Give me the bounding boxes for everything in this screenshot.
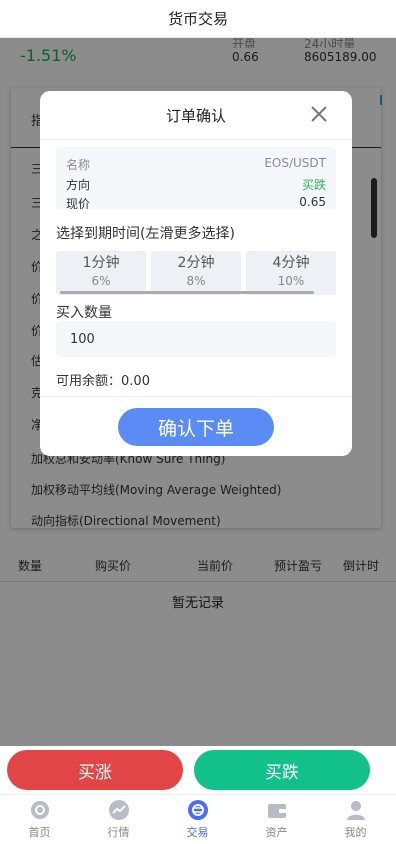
available-value: 0.00 xyxy=(121,374,150,389)
period-label: 选择到期时间(左滑更多选择) xyxy=(56,226,235,242)
direction-value: 买跌 xyxy=(301,178,326,192)
period-option-2min[interactable]: 2分钟 8% xyxy=(151,251,241,295)
name-value: EOS/USDT xyxy=(264,156,326,170)
market-icon xyxy=(108,800,129,820)
dialog-title: 订单确认 xyxy=(165,107,226,125)
tab-market[interactable]: 行情 xyxy=(79,795,158,844)
tab-label: 行情 xyxy=(107,826,130,839)
bottom-tab-bar: 首页 行情 交易 资产 我的 xyxy=(0,794,396,844)
period-option-4min[interactable]: 4分钟 10% xyxy=(246,251,336,295)
tab-trade[interactable]: 交易 xyxy=(158,795,237,844)
available-balance: 可用余额：0.00 xyxy=(56,370,150,389)
horizontal-scrollbar[interactable] xyxy=(60,291,314,294)
quantity-label: 买入数量 xyxy=(56,305,112,321)
trade-icon xyxy=(187,800,208,820)
direction-label: 方向 xyxy=(66,178,91,192)
tab-assets[interactable]: 资产 xyxy=(237,795,316,844)
tab-label: 交易 xyxy=(186,826,209,839)
period-option-1min[interactable]: 1分钟 6% xyxy=(56,251,146,295)
home-icon xyxy=(30,801,49,819)
wallet-icon xyxy=(267,804,286,818)
period-time: 4分钟 xyxy=(272,255,310,271)
name-label: 名称 xyxy=(66,158,91,172)
info-row-name: 名称 EOS/USDT xyxy=(66,156,326,173)
trade-actions: 买涨 买跌 xyxy=(0,746,396,794)
info-row-direction: 方向 买跌 xyxy=(66,176,326,193)
divider xyxy=(40,396,352,397)
buy-up-button[interactable]: 买涨 xyxy=(7,750,183,790)
price-label: 现价 xyxy=(66,197,91,211)
price-value: 0.65 xyxy=(299,195,326,209)
tab-profile[interactable]: 我的 xyxy=(316,795,395,844)
confirm-order-button[interactable]: 确认下单 xyxy=(118,408,274,446)
quantity-input[interactable] xyxy=(56,321,336,357)
tab-label: 我的 xyxy=(344,826,367,839)
period-time: 2分钟 xyxy=(177,255,215,271)
buy-down-button[interactable]: 买跌 xyxy=(194,750,370,790)
period-rate: 8% xyxy=(186,274,206,288)
divider xyxy=(40,139,352,140)
order-confirm-dialog: 订单确认 名称 EOS/USDT 方向 买跌 现价 0.65 选择到期时间(左滑… xyxy=(40,91,352,456)
available-label: 可用余额： xyxy=(56,374,122,389)
close-icon[interactable] xyxy=(310,105,328,123)
user-icon xyxy=(346,801,365,820)
period-time: 1分钟 xyxy=(82,255,120,271)
page-title: 货币交易 xyxy=(0,0,396,38)
tab-home[interactable]: 首页 xyxy=(0,795,79,844)
period-selector: 1分钟 6% 2分钟 8% 4分钟 10% xyxy=(56,251,336,295)
period-rate: 10% xyxy=(277,274,305,288)
tab-label: 资产 xyxy=(265,826,288,839)
tab-label: 首页 xyxy=(28,826,51,839)
info-row-price: 现价 0.65 xyxy=(66,195,326,212)
order-info-panel: 名称 EOS/USDT 方向 买跌 现价 0.65 xyxy=(56,147,336,212)
period-rate: 6% xyxy=(91,274,111,288)
